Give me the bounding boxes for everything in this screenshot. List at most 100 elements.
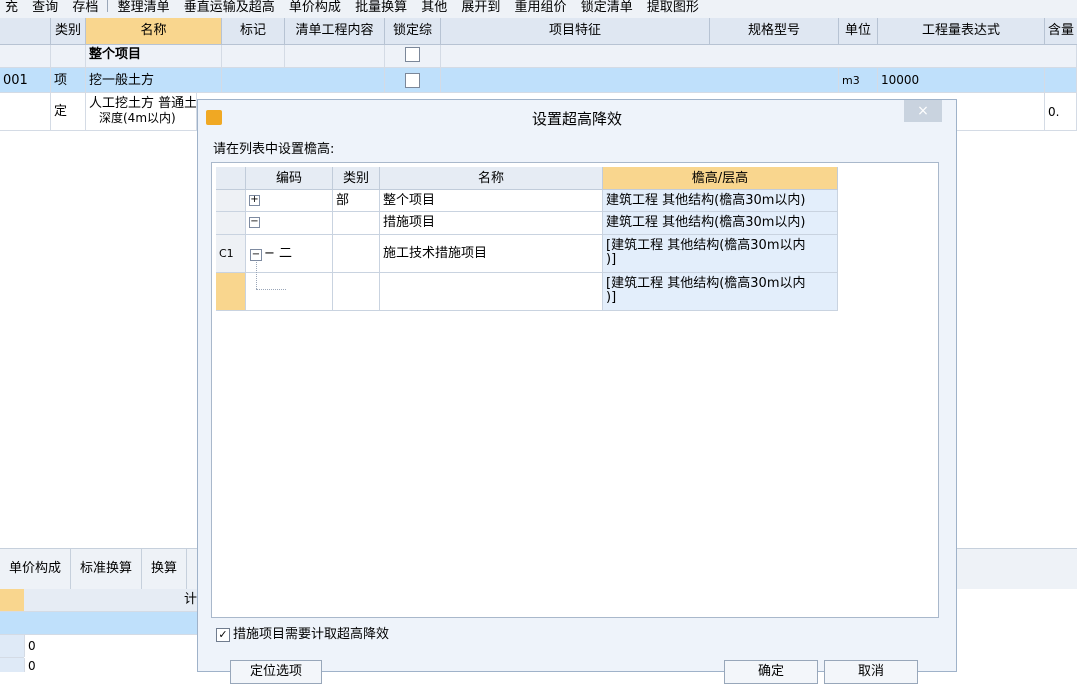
grid-row-1-unit[interactable]: m3 bbox=[839, 68, 878, 93]
grid-row-2-name[interactable]: 人工挖土方 普通土 深度(4m以内) bbox=[86, 93, 197, 131]
table-row-3-height[interactable]: [建筑工程 其他结构(檐高30m以内 )] bbox=[603, 273, 838, 311]
grid-row-2-qty[interactable]: 0. bbox=[1045, 93, 1077, 131]
table-row-2-head[interactable]: C1 bbox=[216, 235, 246, 273]
table-row-2-name[interactable]: 施工技术措施项目 bbox=[380, 235, 603, 273]
grid-row-0-name[interactable]: 整个项目 bbox=[86, 45, 222, 68]
table-row-3-height-line2: )] bbox=[606, 290, 617, 305]
grid-header-feature[interactable]: 项目特征 bbox=[441, 18, 710, 45]
tab-conversion[interactable]: 换算 bbox=[142, 549, 188, 589]
table-row-1-head[interactable] bbox=[216, 212, 246, 235]
toolbar-item-batch[interactable]: 批量换算 bbox=[350, 1, 412, 15]
grid-header-mark[interactable]: 标记 bbox=[222, 18, 285, 45]
grid-row-1-code[interactable]: 001 bbox=[0, 68, 51, 93]
bottom-grid-header[interactable]: 计 bbox=[24, 589, 197, 612]
toolbar-item-organize[interactable]: 整理清单 bbox=[113, 1, 175, 15]
grid-row-1-type[interactable]: 项 bbox=[51, 68, 86, 93]
grid-header-content[interactable]: 清单工程内容 bbox=[285, 18, 385, 45]
toolbar-item-expand[interactable]: 展开到 bbox=[456, 1, 505, 15]
expand-icon[interactable]: + bbox=[249, 195, 260, 206]
grid-row-2-name-line2: 深度(4m以内) bbox=[99, 111, 176, 125]
table-header-type[interactable]: 类别 bbox=[333, 167, 380, 190]
table-row-3-code[interactable] bbox=[246, 273, 333, 311]
table-row-1-code[interactable]: − bbox=[246, 212, 333, 235]
table-row-1-type[interactable] bbox=[333, 212, 380, 235]
tree-connector-line bbox=[256, 289, 286, 291]
toolbar-item-archive[interactable]: 存档 bbox=[67, 1, 103, 15]
table-row-0-head[interactable] bbox=[216, 190, 246, 212]
table-row-1-height[interactable]: 建筑工程 其他结构(檐高30m以内) bbox=[603, 212, 838, 235]
cancel-button[interactable]: 取消 bbox=[824, 660, 918, 684]
table-row-0-code[interactable]: + bbox=[246, 190, 333, 212]
toolbar-item-0[interactable]: 充 bbox=[0, 1, 23, 15]
measure-checkbox-label: 措施项目需要计取超高降效 bbox=[233, 627, 390, 642]
grid-row-0-code[interactable] bbox=[0, 45, 51, 68]
bottom-tabs-right bbox=[957, 548, 1077, 589]
grid-header-unit[interactable]: 单位 bbox=[839, 18, 878, 45]
ok-button[interactable]: 确定 bbox=[724, 660, 818, 684]
table-header-height[interactable]: 檐高/层高 bbox=[603, 167, 838, 190]
grid-row-1-lock[interactable] bbox=[385, 68, 441, 93]
table-row-2-height[interactable]: [建筑工程 其他结构(檐高30m以内 )] bbox=[603, 235, 838, 273]
toolbar-item-price[interactable]: 单价构成 bbox=[284, 1, 346, 15]
bottom-row-1[interactable]: 0 bbox=[24, 635, 197, 657]
measure-checkbox[interactable]: ✓ bbox=[216, 627, 230, 642]
grid-row-0-mark[interactable] bbox=[222, 45, 285, 68]
grid-row-0-lock[interactable] bbox=[385, 45, 441, 68]
table-row-2-type[interactable] bbox=[333, 235, 380, 273]
grid-header-name[interactable]: 名称 bbox=[86, 18, 222, 45]
bottom-row-2-head[interactable] bbox=[0, 658, 24, 672]
toolbar-item-lock[interactable]: 锁定清单 bbox=[576, 1, 638, 15]
lock-checkbox[interactable] bbox=[405, 73, 420, 88]
grid-row-1-feature[interactable] bbox=[441, 68, 839, 93]
toolbar-item-extract[interactable]: 提取图形 bbox=[642, 1, 704, 15]
table-row-1-name[interactable]: 措施项目 bbox=[380, 212, 603, 235]
table-header-name[interactable]: 名称 bbox=[380, 167, 603, 190]
grid-row-1-qty[interactable] bbox=[1045, 68, 1077, 93]
grid-row-0-content[interactable] bbox=[285, 45, 385, 68]
grid-header-code[interactable] bbox=[0, 18, 51, 45]
toolbar-item-query[interactable]: 查询 bbox=[27, 1, 63, 15]
grid-row-2-code[interactable] bbox=[0, 93, 51, 131]
grid-row-1-mark[interactable] bbox=[222, 68, 385, 93]
bottom-row-2[interactable]: 0 bbox=[24, 658, 197, 672]
elevation-dialog: 设置超高降效 × 请在列表中设置檐高: 编码 类别 名称 檐高/层高 + 部 整… bbox=[197, 99, 957, 684]
table-row-2-height-line1: [建筑工程 其他结构(檐高30m以内 bbox=[606, 238, 806, 253]
table-row-3-head[interactable] bbox=[216, 273, 246, 311]
grid-header-spec[interactable]: 规格型号 bbox=[710, 18, 839, 45]
table-row-3-type[interactable] bbox=[333, 273, 380, 311]
grid-row-1-name[interactable]: 挖一般土方 bbox=[86, 68, 222, 93]
grid-row-2-expr[interactable] bbox=[957, 93, 1045, 131]
collapse-icon[interactable]: − bbox=[249, 217, 260, 228]
grid-header-type[interactable]: 类别 bbox=[51, 18, 86, 45]
toolbar-item-reuse[interactable]: 重用组价 bbox=[510, 1, 572, 15]
bottom-row-0[interactable] bbox=[24, 612, 197, 635]
table-header-code[interactable]: 编码 bbox=[246, 167, 333, 190]
grid-row-2-type[interactable]: 定 bbox=[51, 93, 86, 131]
close-icon[interactable]: × bbox=[904, 100, 942, 122]
table-row-0-type[interactable]: 部 bbox=[333, 190, 380, 212]
lock-checkbox[interactable] bbox=[405, 47, 420, 62]
collapse-icon[interactable]: − bbox=[250, 249, 262, 261]
grid-row-0-type[interactable] bbox=[51, 45, 86, 68]
bottom-row-0-head[interactable] bbox=[0, 612, 24, 635]
bottom-tab-bar: 单价构成 标准换算 换算 bbox=[0, 548, 205, 589]
grid-row-1-expr[interactable]: 10000 bbox=[878, 68, 1045, 93]
grid-header-lock[interactable]: 锁定综 bbox=[385, 18, 441, 45]
grid-header-qty[interactable]: 含量 bbox=[1045, 18, 1077, 45]
tab-standard-conversion[interactable]: 标准换算 bbox=[71, 549, 143, 589]
grid-row-0-rest[interactable] bbox=[441, 45, 1077, 68]
toolbar-separator bbox=[107, 0, 109, 12]
tree-node-label[interactable]: − 二 bbox=[264, 246, 292, 261]
toolbar-item-other[interactable]: 其他 bbox=[416, 1, 452, 15]
bottom-row-1-head[interactable] bbox=[0, 635, 24, 658]
bottom-grid-corner bbox=[0, 589, 24, 612]
grid-header-expr[interactable]: 工程量表达式 bbox=[878, 18, 1045, 45]
table-row-3-name[interactable] bbox=[380, 273, 603, 311]
table-row-0-name[interactable]: 整个项目 bbox=[380, 190, 603, 212]
tab-price-composition[interactable]: 单价构成 bbox=[0, 549, 72, 589]
measure-checkbox-row[interactable]: ✓ 措施项目需要计取超高降效 bbox=[216, 626, 389, 644]
locate-option-button[interactable]: 定位选项 bbox=[230, 660, 322, 684]
table-row-0-height[interactable]: 建筑工程 其他结构(檐高30m以内) bbox=[603, 190, 838, 212]
eave-height-table: 编码 类别 名称 檐高/层高 + 部 整个项目 建筑工程 其他结构(檐高30m以… bbox=[211, 162, 939, 618]
toolbar-item-vertical[interactable]: 垂直运输及超高 bbox=[179, 1, 280, 15]
